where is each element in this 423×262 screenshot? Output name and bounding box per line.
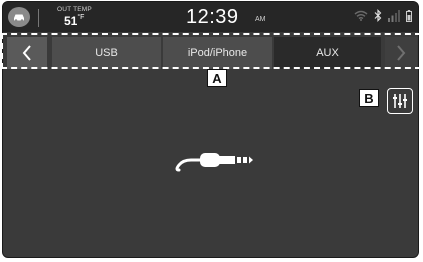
- car-home-icon[interactable]: [8, 7, 30, 27]
- tab-usb[interactable]: USB: [51, 37, 161, 69]
- status-icons: [354, 9, 412, 22]
- head-unit-screen: OUT TEMP 51°F 12:39 AM USB iPod/iPhone A…: [2, 1, 419, 258]
- callout-a: A: [207, 69, 227, 87]
- wifi-icon: [354, 10, 368, 21]
- next-source-button[interactable]: [385, 37, 417, 69]
- temp-label: OUT TEMP: [57, 6, 92, 13]
- temp-unit: °F: [77, 14, 85, 21]
- temp-value: 51°F: [64, 14, 84, 28]
- status-divider: [38, 9, 39, 27]
- aux-cable-icon: [175, 153, 253, 172]
- prev-source-button[interactable]: [7, 37, 47, 69]
- chevron-right-icon: [397, 45, 406, 61]
- callout-b: B: [359, 89, 379, 107]
- clock-ampm: AM: [255, 16, 266, 23]
- temp-number: 51: [64, 14, 78, 28]
- tab-ipod-iphone[interactable]: iPod/iPhone: [162, 37, 272, 69]
- tab-aux[interactable]: AUX: [273, 37, 381, 69]
- clock: 12:39: [186, 6, 239, 28]
- sound-settings-button[interactable]: [387, 88, 413, 114]
- status-bar: OUT TEMP 51°F 12:39 AM: [3, 2, 418, 32]
- bluetooth-icon: [374, 9, 382, 22]
- battery-icon: [406, 9, 412, 22]
- signal-icon: [388, 9, 400, 22]
- source-tab-bar: USB iPod/iPhone AUX: [7, 35, 417, 71]
- equalizer-icon: [393, 94, 407, 108]
- chevron-left-icon: [22, 45, 31, 61]
